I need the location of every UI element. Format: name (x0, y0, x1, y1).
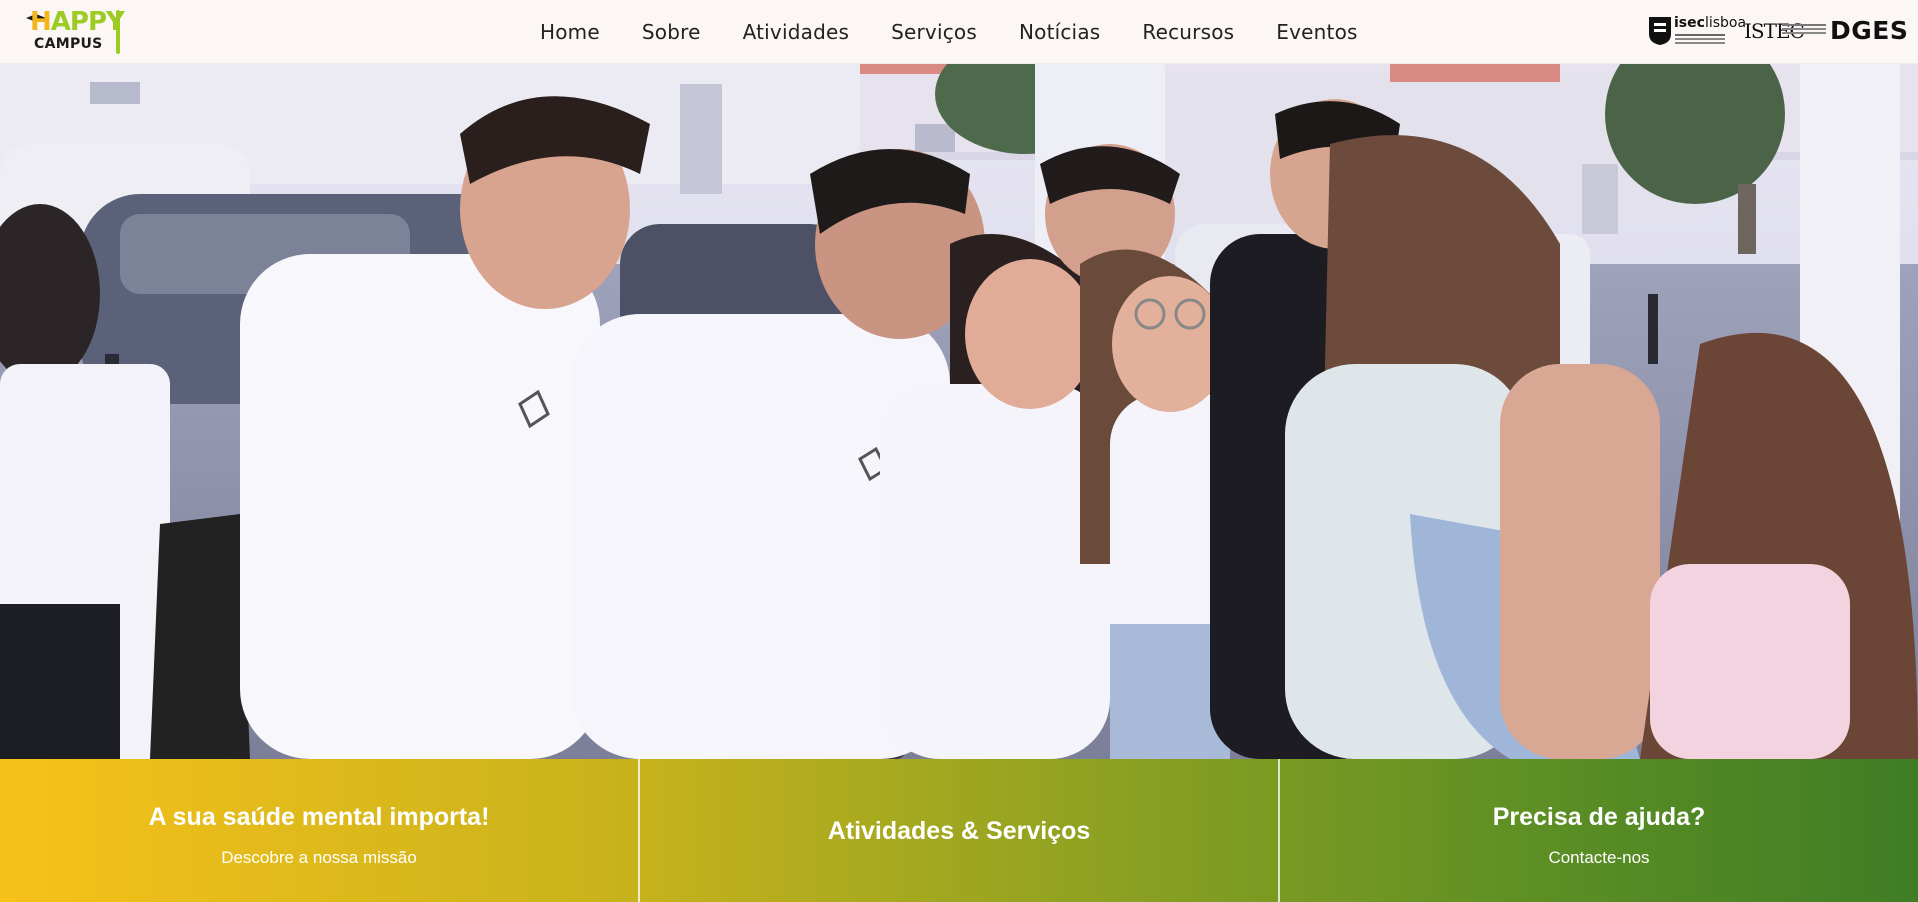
hero-students-illustration (0, 64, 1918, 759)
tile-activities-services-title: Atividades & Serviços (827, 817, 1091, 845)
istec-logo[interactable]: ISTEC (1744, 18, 1828, 48)
nav-servicos[interactable]: Serviços (891, 18, 977, 46)
tile-activities-services[interactable]: Atividades & Serviços (638, 759, 1278, 902)
dges-logo[interactable]: DGES (1830, 14, 1908, 48)
nav-atividades[interactable]: Atividades (743, 18, 850, 46)
site-header: HAPPY CAMPUS Home Sobre Atividades Servi… (0, 0, 1918, 64)
nav-home[interactable]: Home (540, 18, 600, 46)
tile-need-help[interactable]: Precisa de ajuda? Contacte-nos (1278, 759, 1918, 902)
tile-mental-health-link[interactable]: Descobre a nossa missão (0, 847, 638, 869)
logo-wordmark-happy: HAPPY (30, 7, 125, 37)
happy-campus-logo[interactable]: HAPPY CAMPUS (26, 8, 126, 54)
main-navigation: Home Sobre Atividades Serviços Notícias … (540, 18, 1358, 46)
tile-contact-link[interactable]: Contacte-nos (1280, 847, 1918, 869)
isec-lisboa-logo[interactable]: iseclisboa (1648, 14, 1746, 50)
nav-eventos[interactable]: Eventos (1276, 18, 1357, 46)
nav-noticias[interactable]: Notícias (1019, 18, 1100, 46)
nav-sobre[interactable]: Sobre (642, 18, 701, 46)
logo-accent-bar (116, 10, 120, 54)
hero-photo (0, 64, 1918, 759)
tile-mental-health[interactable]: A sua saúde mental importa! Descobre a n… (0, 759, 638, 902)
isec-wordmark: iseclisboa (1674, 15, 1747, 31)
nav-recursos[interactable]: Recursos (1142, 18, 1234, 46)
isec-subtitle-lines (1675, 34, 1725, 36)
istec-subtitle-lines (1782, 24, 1826, 26)
isec-shield-icon (1649, 17, 1671, 45)
istec-wordmark: ISTEC (1744, 19, 1805, 43)
tile-need-help-title: Precisa de ajuda? (1492, 803, 1706, 831)
feature-tiles: A sua saúde mental importa! Descobre a n… (0, 759, 1918, 902)
tile-mental-health-title: A sua saúde mental importa! (148, 803, 490, 831)
logo-wordmark-campus: CAMPUS (34, 36, 103, 52)
